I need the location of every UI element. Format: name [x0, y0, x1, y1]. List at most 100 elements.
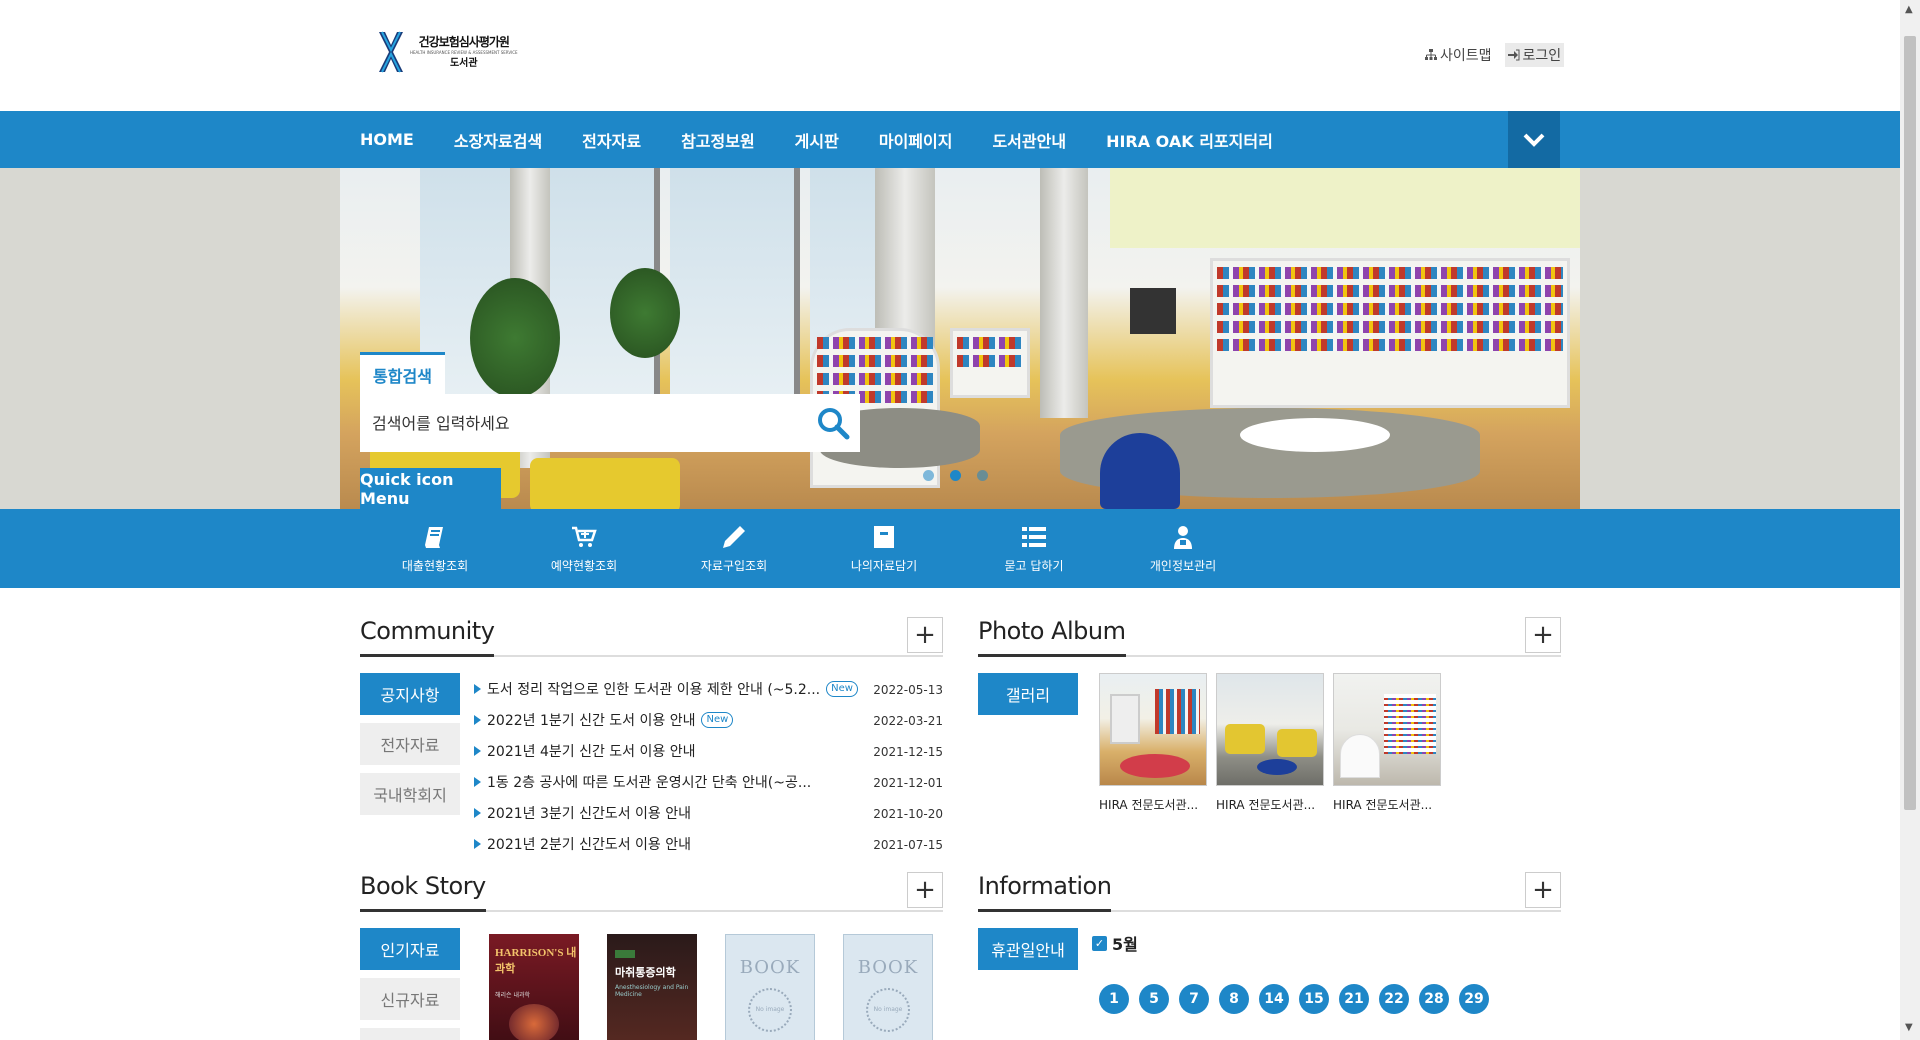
- closed-day: 14: [1259, 984, 1289, 1014]
- notice-item[interactable]: 2021년 2분기 신간도서 이용 안내 2021-07-15: [474, 828, 943, 859]
- new-badge: New: [826, 680, 858, 697]
- information-title: Information: [978, 872, 1561, 912]
- book-cover-placeholder[interactable]: BOOK No image: [725, 934, 815, 1040]
- nav-item-home[interactable]: HOME: [360, 130, 414, 149]
- speaker-icon: [474, 745, 481, 756]
- main-nav: HOME 소장자료검색 전자자료 참고정보원 게시판 마이페이지 도서관안내 H…: [0, 111, 1900, 168]
- tab-domestic-journals[interactable]: 국내학회지: [360, 773, 460, 815]
- speaker-icon: [474, 776, 481, 787]
- notice-date: 2022-03-21: [873, 714, 943, 728]
- notice-date: 2021-12-01: [873, 776, 943, 790]
- tab-notices[interactable]: 공지사항: [360, 673, 460, 715]
- album-item[interactable]: HIRA 전문도서관...: [1333, 673, 1441, 813]
- closed-month: ✓ 5월: [1092, 931, 1138, 955]
- scroll-up-icon[interactable]: ▲: [1905, 4, 1913, 15]
- book-cover-placeholder[interactable]: BOOK No image: [843, 934, 933, 1040]
- quick-ask-question[interactable]: 묻고 답하기: [979, 523, 1089, 574]
- notice-list: 도서 정리 작업으로 인한 도서관 이용 제한 안내 (~5.2... New 20…: [474, 673, 943, 859]
- info-more-button[interactable]: +: [1525, 872, 1561, 908]
- speaker-icon: [474, 683, 481, 694]
- notice-date: 2021-10-20: [873, 807, 943, 821]
- nav-item-mypage[interactable]: 마이페이지: [879, 128, 953, 152]
- archive-box-icon: [874, 526, 894, 548]
- tab-closed-days[interactable]: 휴관일안내: [978, 928, 1078, 970]
- closed-day: 8: [1219, 984, 1249, 1014]
- cart-icon: [572, 526, 597, 547]
- nav-item-e-resources[interactable]: 전자자료: [582, 128, 641, 152]
- tab-gallery[interactable]: 갤러리: [978, 673, 1078, 715]
- search-input[interactable]: [360, 413, 790, 433]
- nav-item-board[interactable]: 게시판: [795, 128, 839, 152]
- book-cover[interactable]: 마취통증의학 Anesthesiology and Pain Medicine: [607, 934, 697, 1040]
- closed-days-list: 1 5 7 8 14 15 21 22 28 29: [1099, 984, 1489, 1014]
- album-item[interactable]: HIRA 전문도서관...: [1099, 673, 1207, 813]
- notice-item[interactable]: 2022년 1분기 신간 도서 이용 안내 New 2022-03-21: [474, 704, 943, 735]
- closed-day: 21: [1339, 984, 1369, 1014]
- book-title: 마취통증의학: [615, 966, 676, 979]
- community-more-button[interactable]: +: [907, 617, 943, 653]
- album-more-button[interactable]: +: [1525, 617, 1561, 653]
- chevron-down-icon: [1523, 133, 1545, 147]
- nav-item-library-info[interactable]: 도서관안내: [992, 128, 1066, 152]
- scroll-down-icon[interactable]: ▼: [1905, 1022, 1913, 1033]
- search-tab[interactable]: 통합검색: [360, 352, 445, 394]
- site-logo[interactable]: 건강보험심사평가원 HEALTH INSURANCE REVIEW & ASSE…: [376, 30, 518, 74]
- list-icon: [1022, 527, 1046, 547]
- notice-item[interactable]: 1동 2층 공사에 따른 도서관 운영시간 단축 안내(~공... 2021-12…: [474, 766, 943, 797]
- closed-day: 5: [1139, 984, 1169, 1014]
- carousel-dot[interactable]: [950, 470, 961, 481]
- month-label: 5월: [1112, 935, 1138, 954]
- sitemap-link[interactable]: 사이트맵: [1422, 43, 1495, 67]
- book-cover[interactable]: HARRISON'S 내과학 해리슨 내과학: [489, 934, 579, 1040]
- book-story-title: Book Story: [360, 872, 943, 912]
- quick-purchase-status[interactable]: 자료구입조회: [679, 523, 789, 574]
- menu-expand-button[interactable]: [1508, 111, 1560, 168]
- book-title: BOOK: [857, 956, 919, 978]
- album-photo: [1333, 673, 1441, 786]
- book-subtitle: 해리슨 내과학: [495, 992, 531, 999]
- logo-main-text: 건강보험심사평가원: [418, 34, 510, 49]
- tab-e-resources[interactable]: 전자자료: [360, 723, 460, 765]
- quick-my-collection[interactable]: 나의자료담기: [829, 523, 939, 574]
- quick-reservation-status[interactable]: 예약현황조회: [529, 523, 639, 574]
- nav-item-catalog-search[interactable]: 소장자료검색: [454, 128, 542, 152]
- page-scrollbar[interactable]: ▲ ▼: [1900, 0, 1920, 1040]
- notice-date: 2021-07-15: [873, 838, 943, 852]
- nav-item-references[interactable]: 참고정보원: [681, 128, 755, 152]
- quick-personal-info[interactable]: 개인정보관리: [1128, 523, 1238, 574]
- tab-new-items[interactable]: 신규자료: [360, 978, 460, 1020]
- logo-library-text: 도서관: [449, 57, 478, 69]
- closed-day: 7: [1179, 984, 1209, 1014]
- closed-day: 22: [1379, 984, 1409, 1014]
- login-button[interactable]: 로그인: [1504, 43, 1565, 67]
- notice-item[interactable]: 2021년 3분기 신간도서 이용 안내 2021-10-20: [474, 797, 943, 828]
- album-photo: [1216, 673, 1324, 786]
- book-subtitle: Anesthesiology and Pain Medicine: [615, 984, 689, 998]
- sitemap-label: 사이트맵: [1440, 48, 1492, 64]
- scrollbar-thumb[interactable]: [1904, 36, 1916, 810]
- search-icon[interactable]: [816, 406, 850, 440]
- album-item[interactable]: HIRA 전문도서관...: [1216, 673, 1324, 813]
- sitemap-icon: [1425, 49, 1437, 60]
- new-badge: New: [701, 711, 734, 728]
- checkbox-checked-icon: ✓: [1092, 935, 1107, 951]
- bookstory-more-button[interactable]: +: [907, 872, 943, 908]
- quick-loan-status[interactable]: 대출현황조회: [380, 523, 490, 574]
- notice-item[interactable]: 도서 정리 작업으로 인한 도서관 이용 제한 안내 (~5.2... New 20…: [474, 673, 943, 704]
- quick-label: 자료구입조회: [700, 559, 768, 573]
- tab-popular-items[interactable]: 인기자료: [360, 928, 460, 970]
- information-panel: Information + 휴관일안내 ✓ 5월 1 5 7 8 14 15 2…: [978, 872, 1561, 1040]
- album-caption: HIRA 전문도서관...: [1333, 798, 1433, 812]
- notice-date: 2021-12-15: [873, 745, 943, 759]
- login-label: 로그인: [1522, 48, 1562, 64]
- notice-item[interactable]: 2021년 4분기 신간 도서 이용 안내 2021-12-15: [474, 735, 943, 766]
- carousel-dot[interactable]: [923, 470, 934, 481]
- book-icon: [425, 527, 443, 548]
- hero-banner-image: [340, 168, 1580, 509]
- nav-item-hira-oak[interactable]: HIRA OAK 리포지터리: [1106, 128, 1273, 152]
- community-panel: Community + 공지사항 전자자료 국내학회지 도서 정리 작업으로 인…: [360, 617, 943, 857]
- tab-extra[interactable]: [360, 1028, 460, 1040]
- book-list: HARRISON'S 내과학 해리슨 내과학 마취통증의학 Anesthesio…: [489, 934, 933, 1040]
- closed-day: 28: [1419, 984, 1449, 1014]
- carousel-dot[interactable]: [977, 470, 988, 481]
